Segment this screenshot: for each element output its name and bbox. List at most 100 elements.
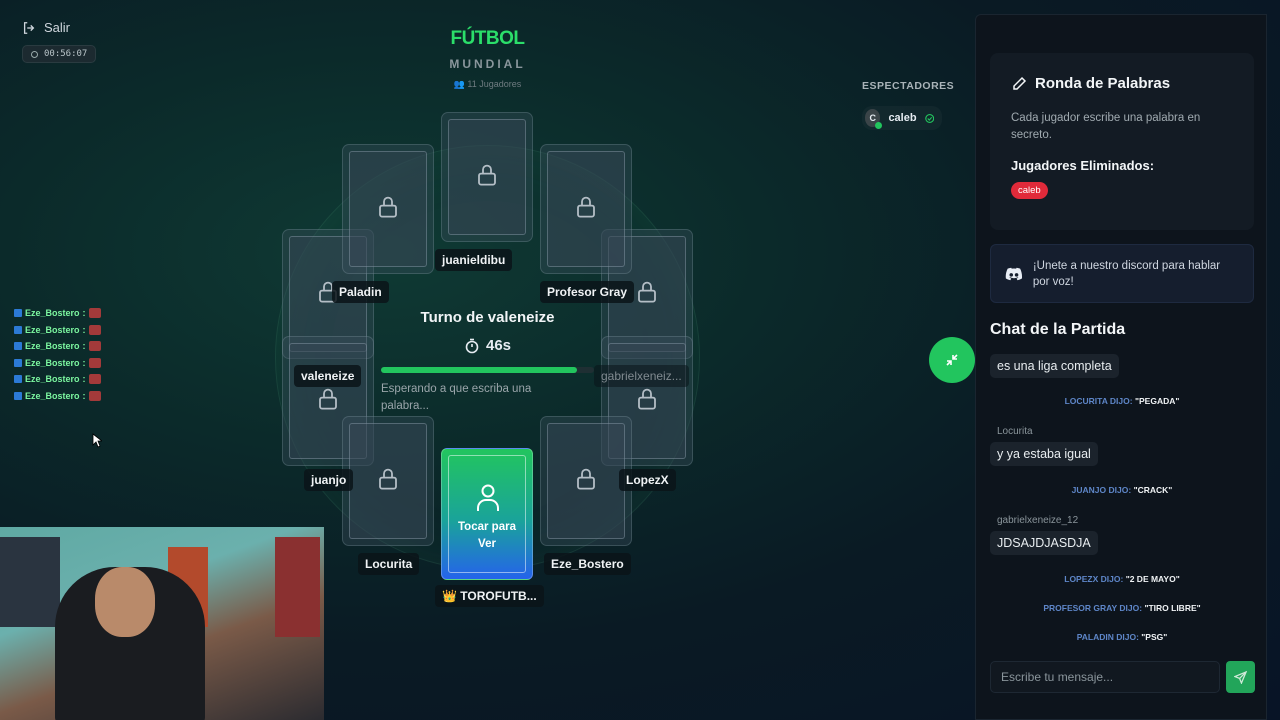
feed-row: Eze_Bostero: [14,338,101,355]
chat-system-message: JUANJO DIJO: "CRACK" [990,485,1254,495]
round-panel: Ronda de Palabras Cada jugador escribe u… [990,53,1254,230]
window [0,537,60,627]
user-icon [477,484,499,511]
lock-icon [319,388,337,410]
round-description: Cada jugador escribe una palabra en secr… [1011,112,1201,141]
turn-info: Turno de valeneize 46s [380,309,595,354]
player-name-valeneize: valeneize [294,365,362,387]
wall-poster [275,537,320,637]
emote-icon [88,341,101,352]
spectator-name: caleb [888,112,917,124]
mouse-cursor-icon [92,433,102,448]
feed-sep: : [82,374,86,385]
user-icon [14,325,22,334]
player-name-gabrielxeneize: gabrielxeneiz... [594,365,689,387]
chat-message: Locurita y ya estaba igual [990,426,1098,466]
chat-bubble: es una liga completa [990,354,1119,378]
system-said: DIJO: [1100,574,1124,584]
feed-row: Eze_Bostero: [14,355,101,372]
players-count-label: 11 Jugadores [467,79,522,89]
player-name-juanjo: juanjo [304,469,354,491]
card-locurita[interactable] [342,416,434,546]
players-count: 👥 11 Jugadores [453,79,522,89]
my-card-line1: Tocar para [458,521,516,533]
lock-icon [638,281,656,303]
top-left-controls: Salir 00:56:07 [22,20,97,63]
lock-icon [379,196,397,218]
eliminated-chip: caleb [1011,182,1048,199]
system-player: PROFESOR GRAY [1043,603,1118,613]
game-title: FÚTBOL [450,28,525,49]
side-panel: Ronda de Palabras Cada jugador escribe u… [975,14,1267,720]
emote-icon [88,374,101,385]
user-icon [14,375,22,384]
system-word: "PSG" [1141,632,1168,642]
card-face [448,455,526,573]
chat-log[interactable]: es una liga completa LOCURITA DIJO: "PEG… [990,349,1254,649]
system-word: "PEGADA" [1134,396,1180,406]
lock-icon [577,468,595,490]
collapse-icon [946,354,958,366]
system-word: "CRACK" [1133,485,1173,495]
feed-name: Eze_Bostero [25,374,80,385]
lock-icon [638,388,656,410]
send-button[interactable] [1226,661,1255,693]
eliminated-heading: Jugadores Eliminados: [1011,158,1155,173]
feed-row: Eze_Bostero: [14,305,101,322]
feed-name: Eze_Bostero [25,341,80,352]
chat-system-message: LOCURITA DIJO: "PEGADA" [990,396,1254,406]
discord-text: ¡Unete a nuestro discord para hablar por… [1032,259,1221,288]
turn-progress-bar [381,367,594,373]
feed-row: Eze_Bostero: [14,322,101,339]
card-paladin[interactable] [342,144,434,274]
emote-icon [88,390,101,401]
round-title: Ronda de Palabras [1011,75,1233,92]
system-said: DIJO: [1109,396,1133,406]
chat-author: gabrielxeneize_12 [997,515,1079,526]
card-juanieldibu[interactable] [441,112,533,242]
chat-input[interactable] [990,661,1220,693]
emote-icon [88,357,101,368]
chat-bubble: JDSAJDJASDJA [990,531,1098,555]
turn-title: Turno de valeneize [420,309,555,326]
feed-row: Eze_Bostero: [14,388,101,405]
my-card-reveal-button[interactable]: Tocar para Ver [441,448,533,580]
feed-sep: : [82,357,86,368]
turn-progress-fill [381,367,577,373]
chat-message: gabrielxeneize_12 JDSAJDJASDJA [990,515,1098,555]
discord-icon [1005,267,1023,280]
stopwatch-icon [465,338,479,353]
user-icon [14,358,22,367]
chat-author: Locurita [997,426,1033,437]
player-name-locurita: Locurita [358,553,420,575]
system-said: DIJO: [1119,603,1143,613]
emote-icon [88,324,101,335]
discord-banner[interactable]: ¡Unete a nuestro discord para hablar por… [990,244,1254,303]
chat-message: es una liga completa [990,354,1119,378]
system-word: "2 DE MAYO" [1125,574,1180,584]
user-icon [14,342,22,351]
user-icon [14,309,22,318]
spectators-heading: ESPECTADORES [862,80,955,92]
player-name-eze-bostero: Eze_Bostero [544,553,631,575]
feed-sep: : [82,341,86,352]
toggle-panel-button[interactable] [929,337,975,383]
streamer-head [95,567,155,637]
spectator-item: C caleb [862,106,942,130]
player-name-lopezx: LopezX [619,469,676,491]
turn-seconds: 46s [485,337,512,354]
chat-system-message: LOPEZX DIJO: "2 DE MAYO" [990,574,1254,584]
chat-bubble: y ya estaba igual [990,442,1098,466]
system-player: LOPEZX [1064,574,1099,584]
feed-name: Eze_Bostero [25,308,80,319]
user-icon [14,391,22,400]
system-player: LOCURITA [1064,396,1108,406]
exit-button[interactable]: Salir [22,20,96,35]
feed-name: Eze_Bostero [25,390,80,401]
chat-system-message: PALADIN DIJO: "PSG" [990,632,1254,642]
system-player: JUANJO [1071,485,1107,495]
emote-icon [88,308,101,319]
round-title-label: Ronda de Palabras [1035,75,1171,92]
card-profesor-gray[interactable] [540,144,632,274]
chat-system-message: PROFESOR GRAY DIJO: "TIRO LIBRE" [990,603,1254,613]
